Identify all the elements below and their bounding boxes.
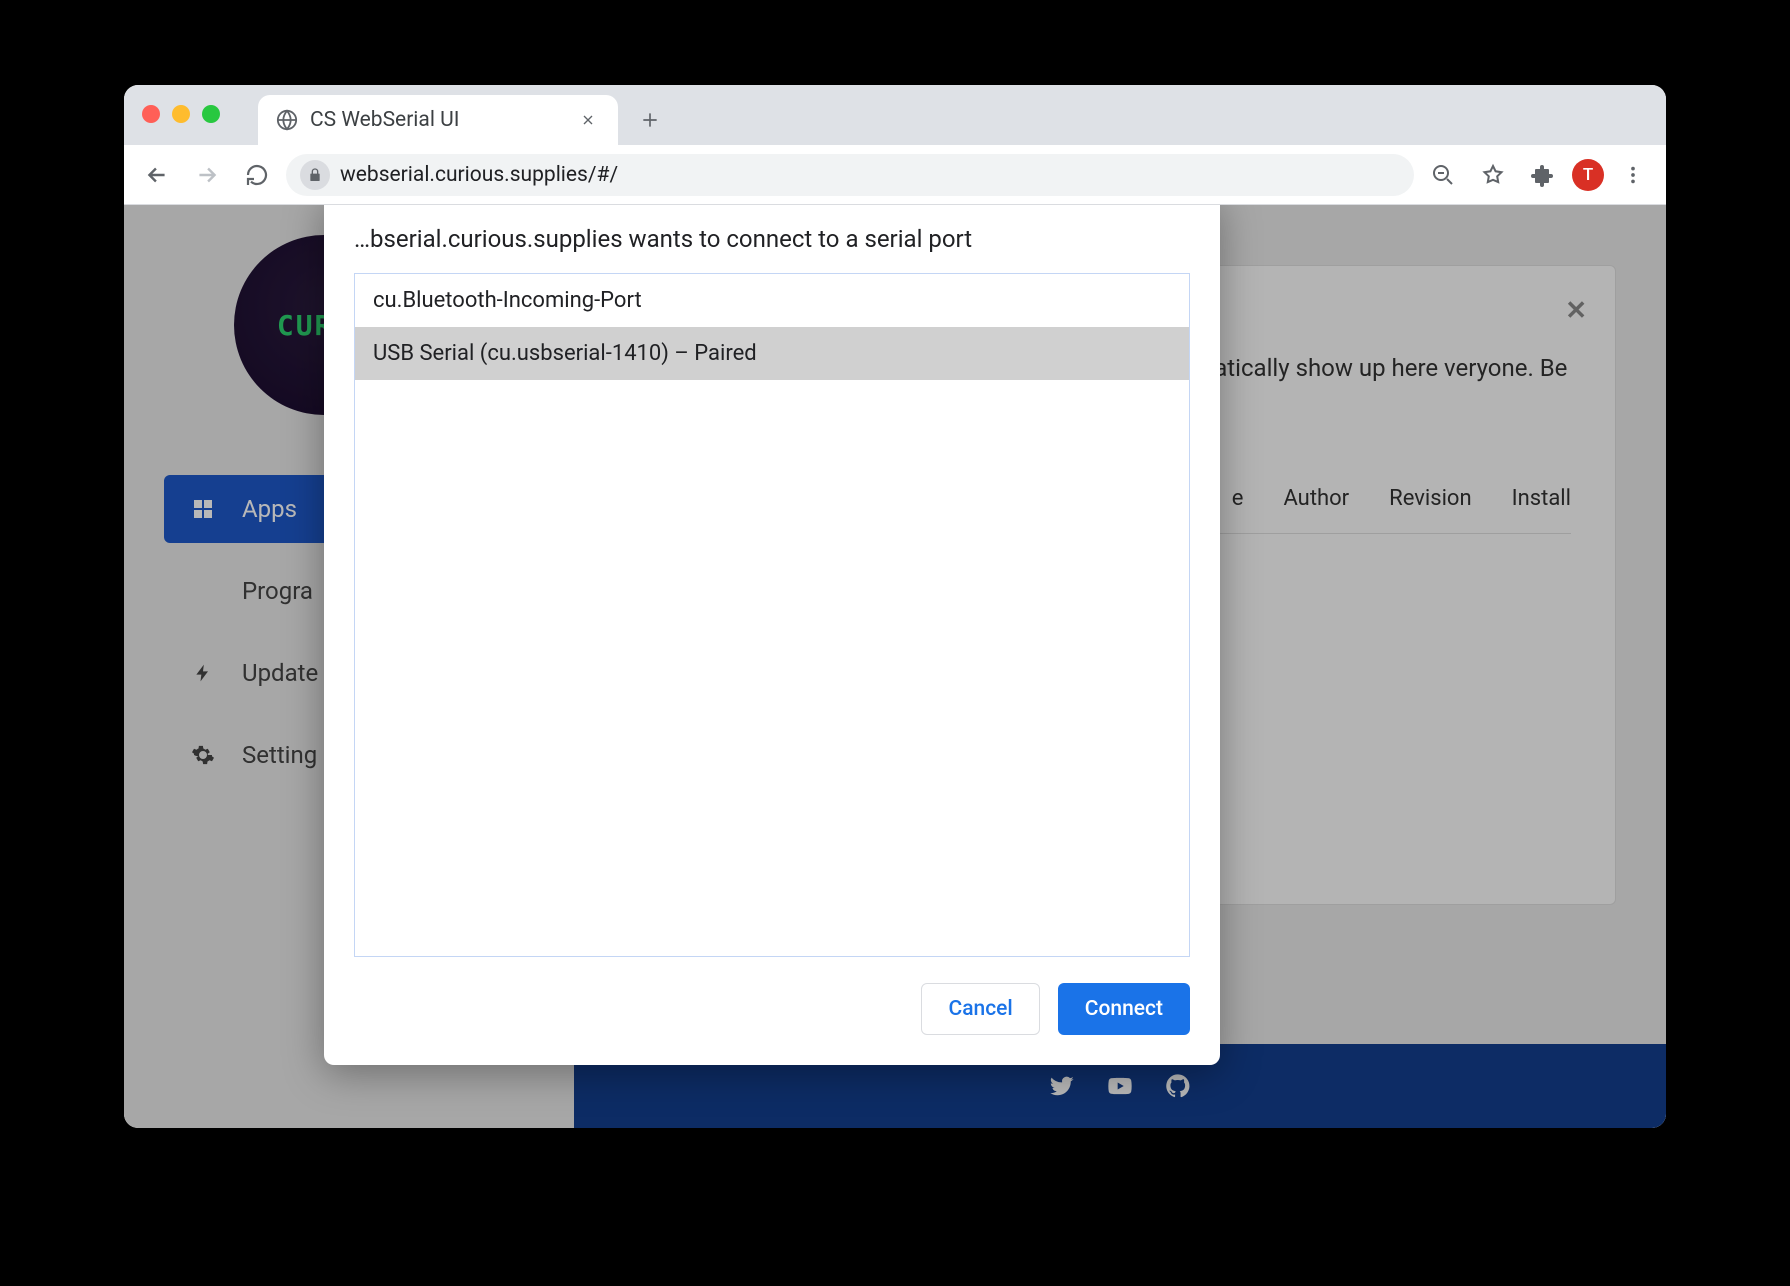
page-content: CUR S Apps Progra — [124, 205, 1666, 1128]
port-item[interactable]: cu.Bluetooth-Incoming-Port — [355, 274, 1189, 327]
url-text: webserial.curious.supplies/#/ — [340, 163, 1400, 187]
globe-icon — [276, 109, 298, 131]
browser-window: CS WebSerial UI webserial.curious.suppli… — [124, 85, 1666, 1128]
port-item[interactable]: USB Serial (cu.usbserial-1410) – Paired — [355, 327, 1189, 380]
serial-port-dialog: …bserial.curious.supplies wants to conne… — [324, 205, 1220, 1065]
new-tab-button[interactable] — [630, 100, 670, 140]
zoom-out-icon[interactable] — [1422, 154, 1464, 196]
connect-button[interactable]: Connect — [1058, 983, 1190, 1035]
cancel-button[interactable]: Cancel — [921, 983, 1039, 1035]
window-minimize-button[interactable] — [172, 105, 190, 123]
chrome-menu-button[interactable] — [1612, 154, 1654, 196]
dialog-title: …bserial.curious.supplies wants to conne… — [324, 205, 1220, 273]
window-controls — [142, 105, 220, 123]
window-close-button[interactable] — [142, 105, 160, 123]
profile-avatar[interactable]: T — [1572, 159, 1604, 191]
reload-button[interactable] — [236, 154, 278, 196]
browser-tab[interactable]: CS WebSerial UI — [258, 95, 618, 145]
back-button[interactable] — [136, 154, 178, 196]
lock-icon — [300, 160, 330, 190]
tab-title: CS WebSerial UI — [310, 108, 564, 132]
port-list[interactable]: cu.Bluetooth-Incoming-Port USB Serial (c… — [354, 273, 1190, 957]
tab-strip: CS WebSerial UI — [124, 85, 1666, 145]
extensions-icon[interactable] — [1522, 154, 1564, 196]
dialog-actions: Cancel Connect — [324, 957, 1220, 1065]
bookmark-star-icon[interactable] — [1472, 154, 1514, 196]
browser-toolbar: webserial.curious.supplies/#/ T — [124, 145, 1666, 205]
address-bar[interactable]: webserial.curious.supplies/#/ — [286, 154, 1414, 196]
tab-close-button[interactable] — [576, 108, 600, 132]
window-maximize-button[interactable] — [202, 105, 220, 123]
forward-button[interactable] — [186, 154, 228, 196]
